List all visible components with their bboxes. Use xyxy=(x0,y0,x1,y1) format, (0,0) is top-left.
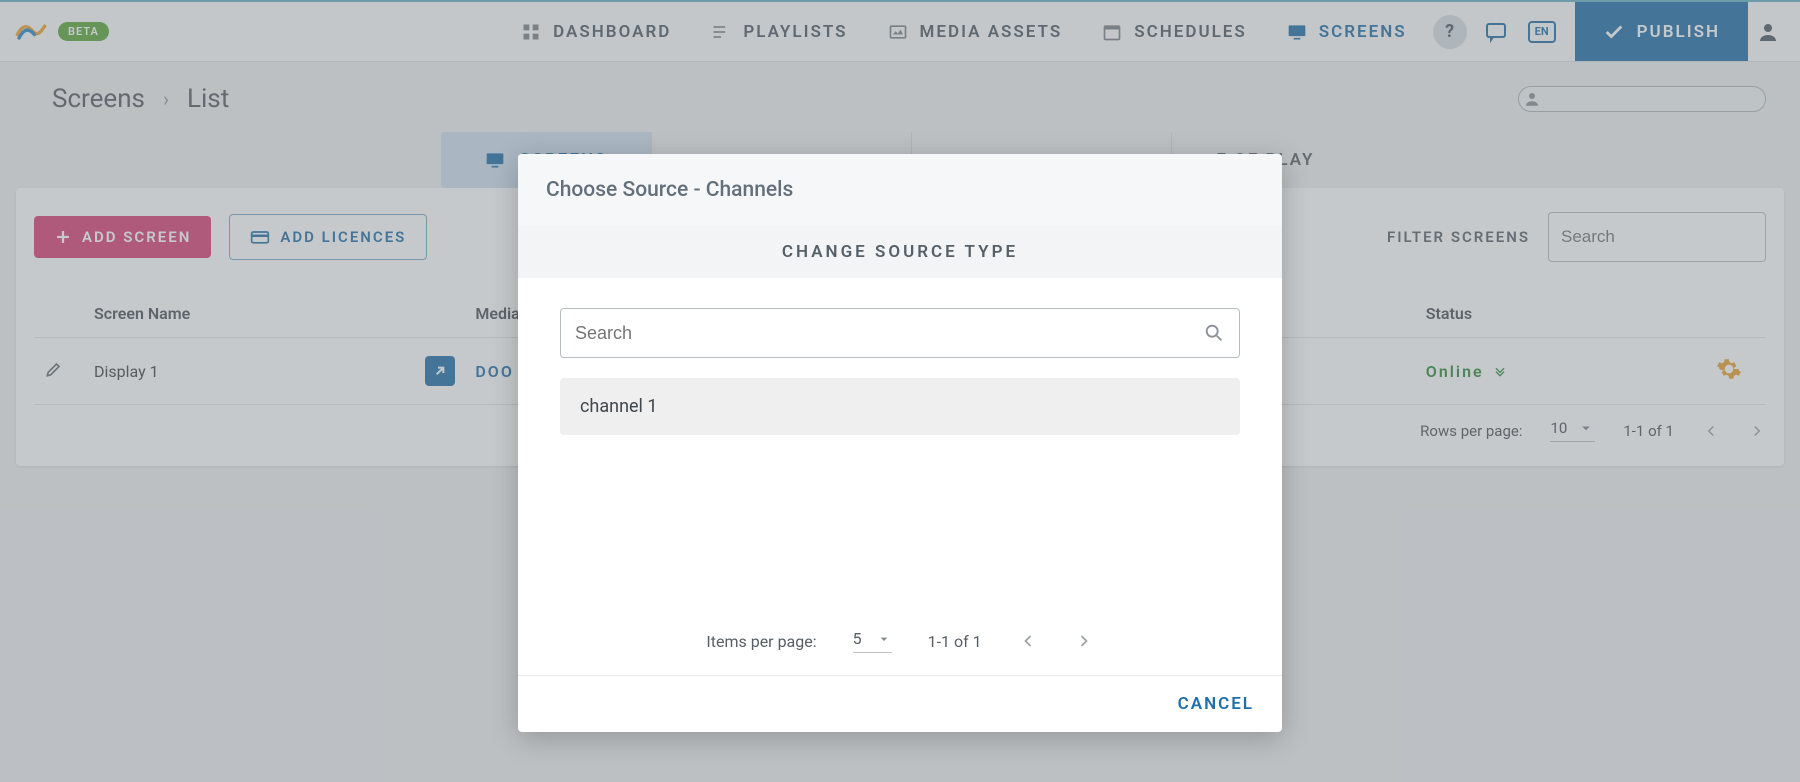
items-range: 1-1 of 1 xyxy=(928,632,982,651)
channel-option[interactable]: channel 1 xyxy=(560,378,1240,435)
items-per-page-value: 5 xyxy=(853,629,862,648)
chevron-down-icon xyxy=(876,631,892,647)
change-source-type-button[interactable]: CHANGE SOURCE TYPE xyxy=(518,226,1282,278)
choose-source-modal: Choose Source - Channels CHANGE SOURCE T… xyxy=(518,154,1282,732)
modal-footer: CANCEL xyxy=(518,675,1282,732)
modal-pagination: Items per page: 5 1-1 of 1 xyxy=(518,595,1282,675)
page-prev-icon[interactable] xyxy=(1018,631,1038,651)
cancel-button[interactable]: CANCEL xyxy=(1178,694,1254,714)
items-per-page-select[interactable]: 5 xyxy=(853,629,892,653)
modal-search-input[interactable] xyxy=(575,323,1203,344)
modal-title: Choose Source - Channels xyxy=(518,154,1282,226)
search-icon xyxy=(1203,322,1225,344)
items-per-page-label: Items per page: xyxy=(706,632,816,651)
page-next-icon[interactable] xyxy=(1074,631,1094,651)
modal-search[interactable] xyxy=(560,308,1240,358)
